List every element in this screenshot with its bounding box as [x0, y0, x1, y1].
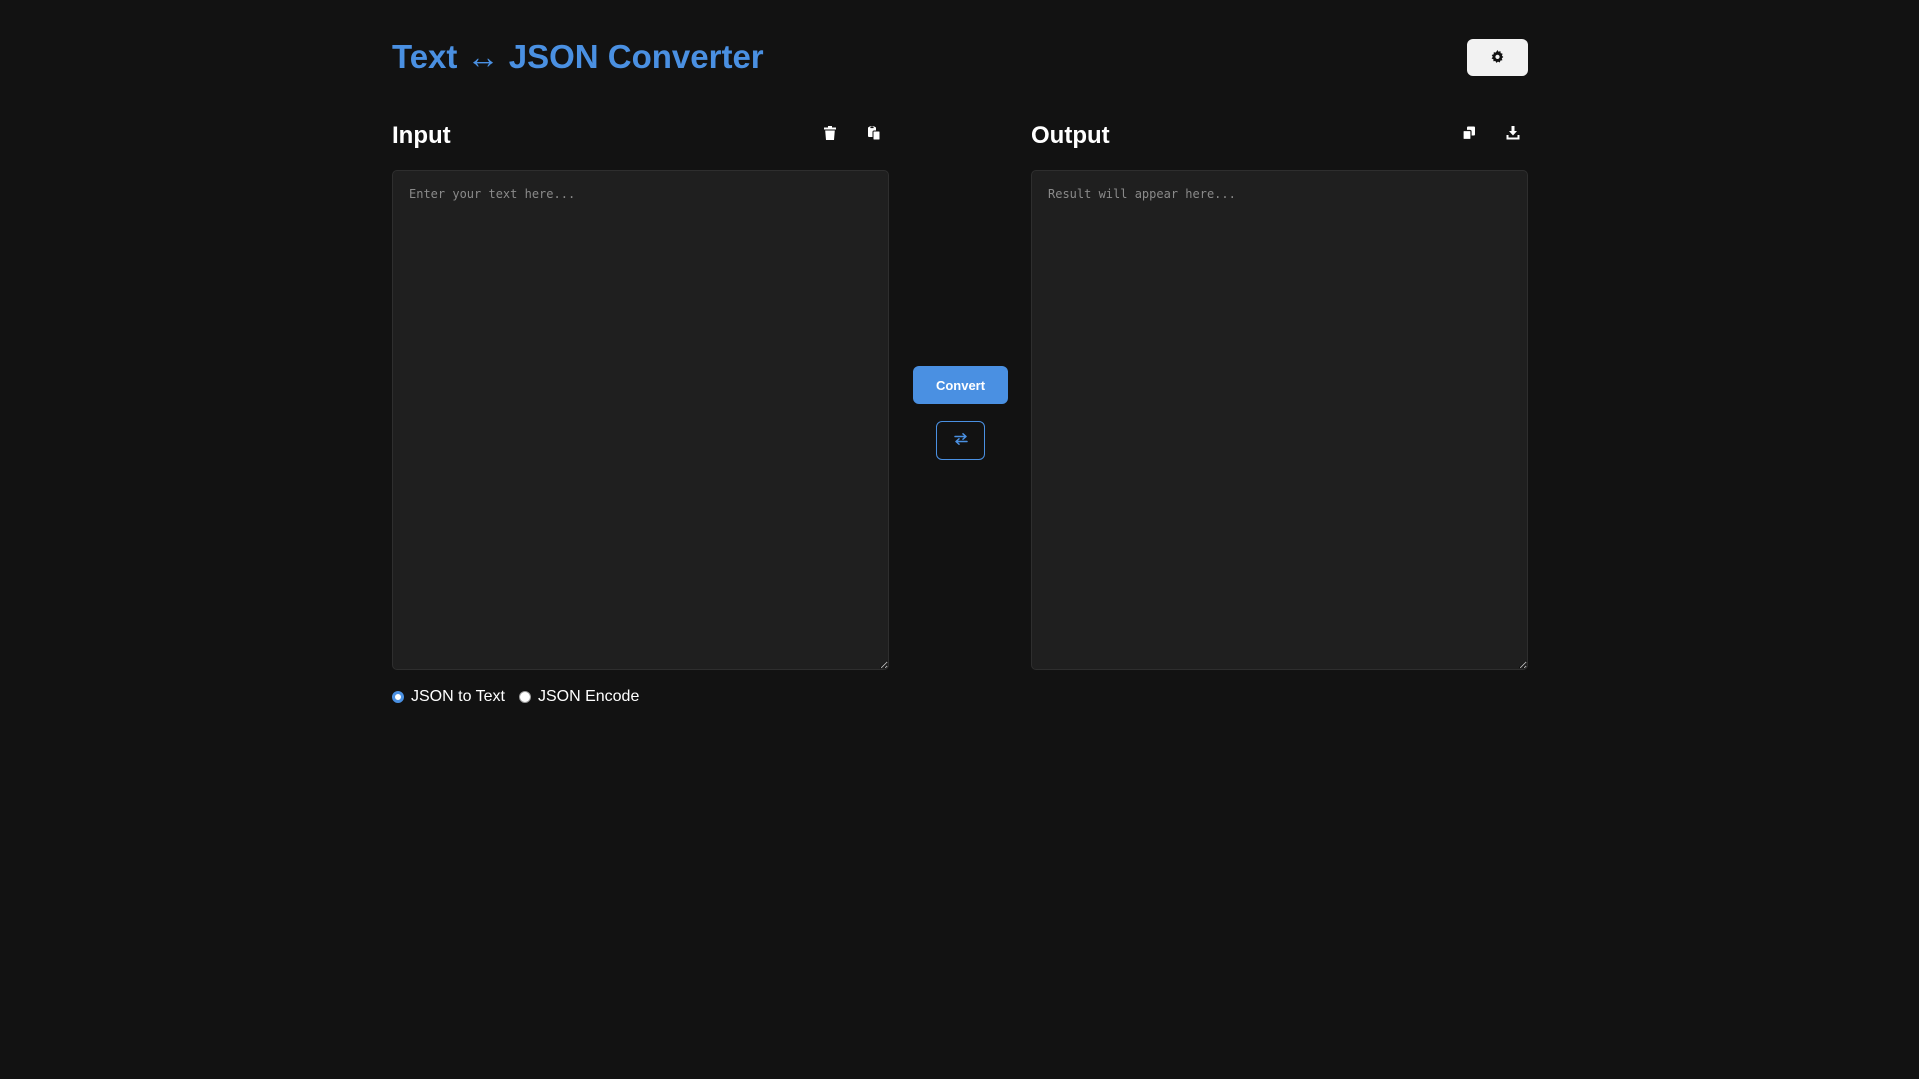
input-panel: Input — [392, 118, 889, 670]
page: Text ↔ JSON Converter Input Enter your t… — [0, 0, 1919, 1079]
input-textarea-wrap — [392, 170, 889, 670]
gear-icon — [1491, 49, 1504, 66]
radio-json-encode[interactable] — [518, 691, 531, 703]
swap-button[interactable] — [936, 421, 985, 460]
app-container: Text ↔ JSON Converter Input Enter your t… — [392, 0, 1528, 705]
theme-toggle-button[interactable] — [1467, 39, 1528, 76]
mode-option-label: JSON to Text — [411, 688, 505, 705]
mode-options: JSON to Text JSON Encode — [392, 688, 639, 706]
input-actions — [815, 120, 889, 148]
input-title: Input — [392, 122, 451, 149]
input-textarea[interactable] — [392, 170, 889, 670]
output-title: Output — [1031, 122, 1110, 149]
app-title: Text ↔ JSON Converter — [392, 38, 764, 75]
header: Text ↔ JSON Converter — [392, 0, 1528, 110]
trash-icon — [824, 125, 836, 143]
convert-button[interactable]: Convert — [913, 366, 1008, 404]
input-panel-header: Input — [392, 118, 889, 170]
mode-option-json-encode[interactable]: JSON Encode — [518, 688, 640, 706]
radio-json-to-text[interactable] — [392, 691, 404, 703]
copy-output-button[interactable] — [1454, 120, 1484, 148]
output-textarea[interactable] — [1031, 170, 1528, 670]
converter-panels: Input Enter your text here... Convert Ou… — [392, 118, 1528, 718]
mode-option-label: JSON Encode — [537, 688, 640, 705]
output-panel-header: Output — [1031, 118, 1528, 170]
output-panel: Output — [1031, 118, 1528, 670]
mode-option-json-to-text[interactable]: JSON to Text — [392, 688, 505, 706]
copy-icon — [1462, 126, 1476, 143]
paste-input-button[interactable] — [859, 120, 889, 148]
swap-arrows-icon — [953, 433, 968, 448]
clear-input-button[interactable] — [815, 120, 845, 148]
download-icon — [1506, 125, 1520, 143]
output-textarea-wrap — [1031, 170, 1528, 670]
paste-icon — [867, 125, 881, 143]
download-output-button[interactable] — [1498, 120, 1528, 148]
conversion-controls: Convert — [913, 366, 1008, 466]
output-actions — [1454, 120, 1528, 148]
